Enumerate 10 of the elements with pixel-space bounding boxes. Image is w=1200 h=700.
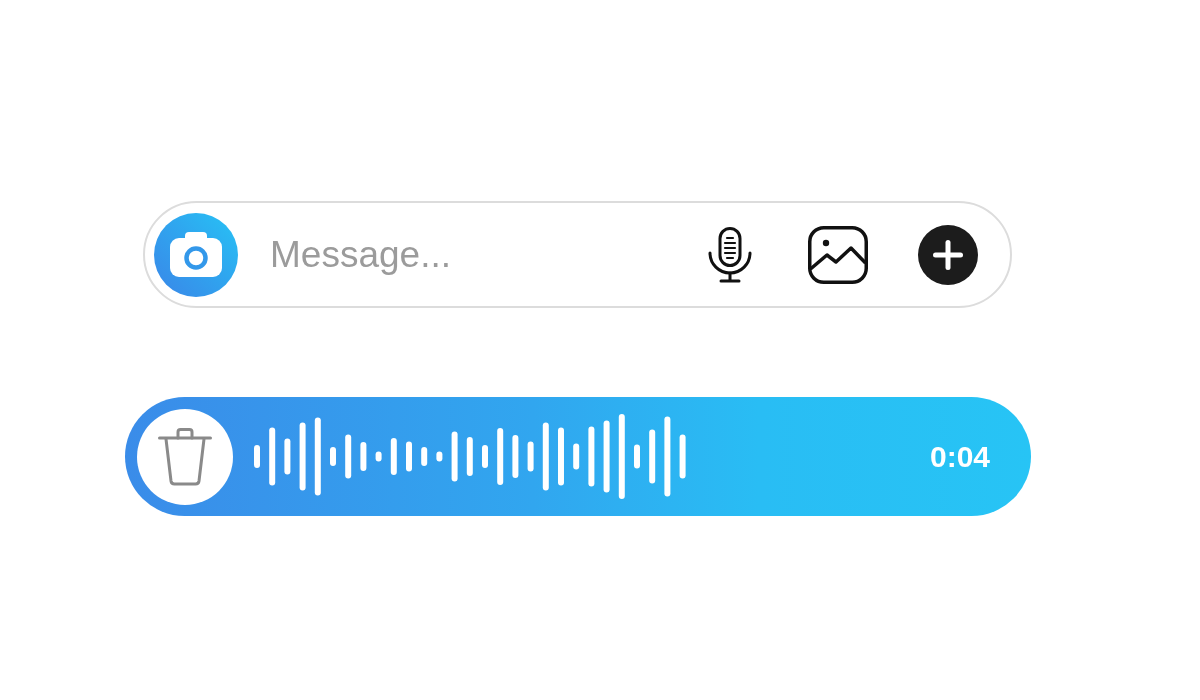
image-button[interactable] (808, 225, 868, 284)
camera-icon (170, 232, 222, 277)
duration-label: 0:04 (929, 439, 990, 474)
plus-icon (933, 239, 963, 270)
microphone-button[interactable] (708, 226, 752, 283)
camera-button[interactable] (154, 212, 238, 297)
image-icon (808, 225, 868, 284)
message-input-field[interactable]: Message... (270, 231, 708, 278)
microphone-icon (708, 226, 752, 283)
trash-icon (158, 427, 212, 486)
